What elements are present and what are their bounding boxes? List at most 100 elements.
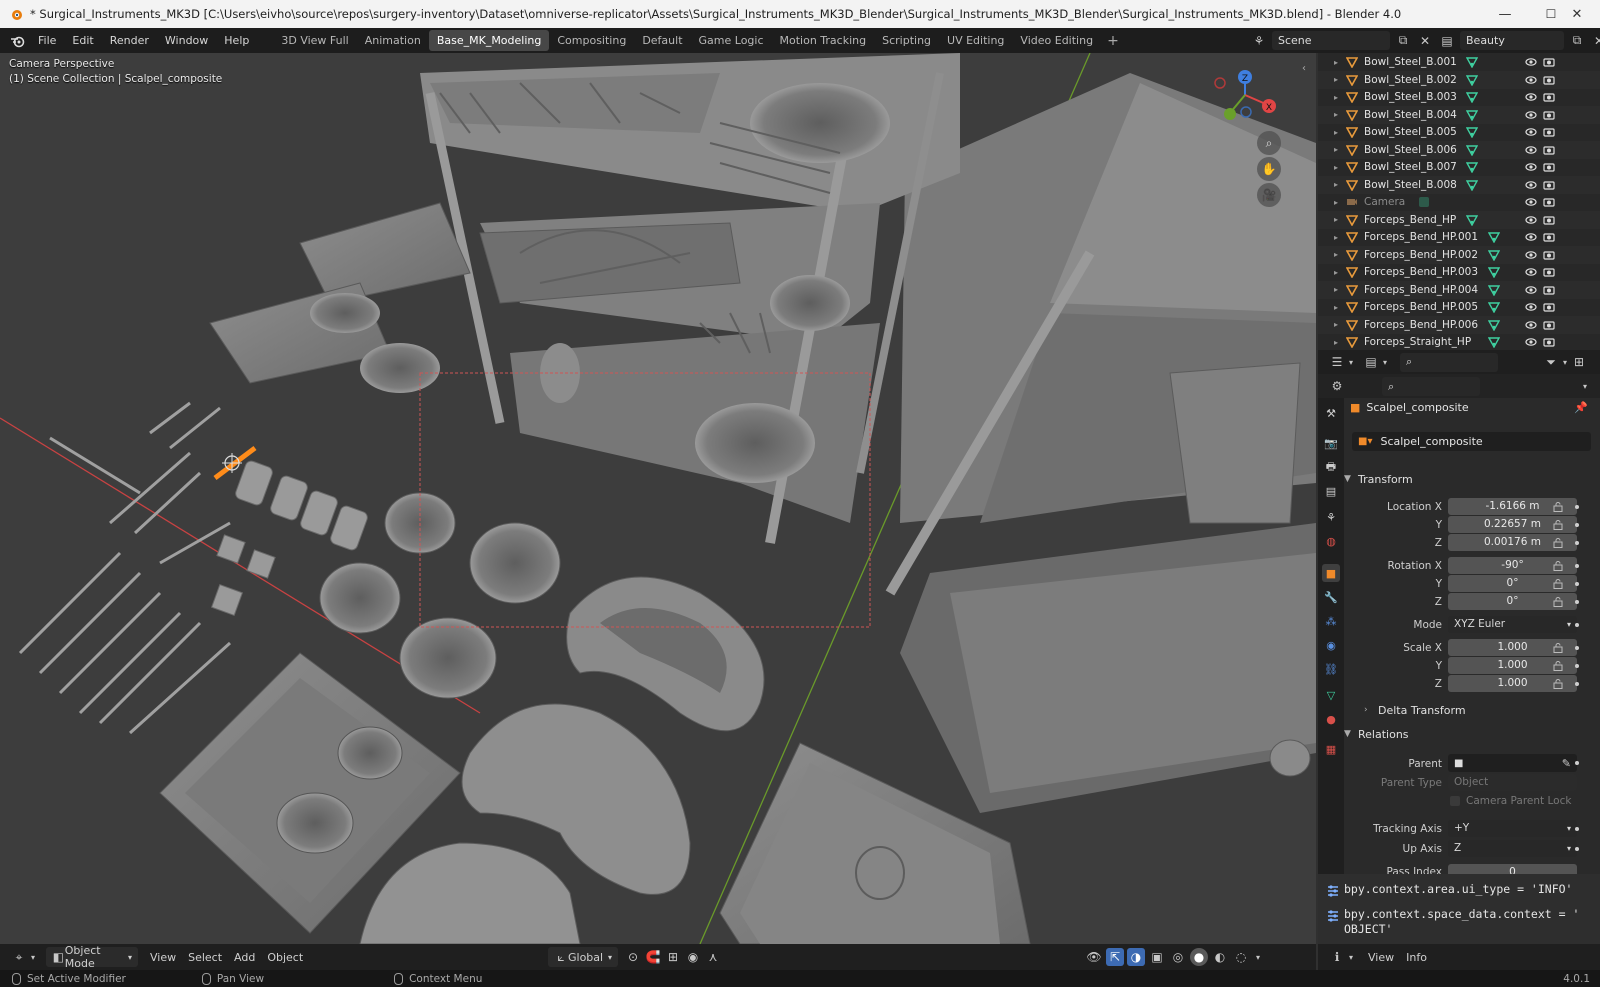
outliner-row[interactable]: ▸ Bowl_Steel_B.008 [1318,175,1600,194]
relations-panel-header[interactable]: ▼ Relations [1344,724,1594,744]
add-workspace-button[interactable]: + [1101,33,1125,49]
workspace-tab-game-logic[interactable]: Game Logic [691,30,772,51]
visibility-eye-icon[interactable] [1525,301,1537,313]
outliner-row[interactable]: ▸ Forceps_Bend_HP.005 [1318,298,1600,316]
tab-physics-icon[interactable]: ◉ [1322,636,1340,654]
outliner-row[interactable]: ▸ Forceps_Bend_HP [1318,210,1600,229]
tab-object-icon[interactable]: ■ [1322,564,1340,582]
outliner[interactable]: ▸ Bowl_Steel_B.001 ▸ Bowl_Steel_B.002 ▸ Bowl_… [1318,53,1600,350]
expand-arrow-icon[interactable]: ▸ [1334,233,1338,242]
tab-view-layer-icon[interactable]: ▤ [1322,482,1340,500]
mesh-data-icon[interactable] [1466,91,1478,103]
expand-arrow-icon[interactable]: ▸ [1334,180,1338,189]
workspace-tab-default[interactable]: Default [634,30,690,51]
keyframe-dot-icon[interactable] [1575,682,1579,686]
outliner-row[interactable]: ▸ Bowl_Steel_B.002 [1318,70,1600,89]
mesh-data-icon[interactable] [1488,336,1500,348]
tab-scene-icon[interactable]: ⚘ [1322,508,1340,526]
mesh-data-icon[interactable] [1488,266,1500,278]
lock-icon[interactable] [1553,679,1563,689]
menu-help[interactable]: Help [216,28,257,53]
visibility-eye-icon[interactable] [1525,109,1537,121]
editor-type-chevron-icon[interactable]: ▾ [28,948,38,966]
eyedropper-icon[interactable]: ✎ [1562,757,1571,770]
outliner-row[interactable]: ▸ Bowl_Steel_B.006 [1318,140,1600,159]
pass-index-field[interactable]: 0 [1448,864,1577,874]
tab-output-icon[interactable]: 🖶 [1322,458,1340,476]
mesh-data-icon[interactable] [1466,109,1478,121]
rotation-mode-dropdown[interactable]: XYZ Euler ▾ [1448,616,1577,633]
render-camera-icon[interactable] [1543,319,1555,331]
lock-icon[interactable] [1553,502,1563,512]
object-browse-icon[interactable]: ■▾ [1358,436,1372,447]
lock-icon[interactable] [1553,579,1563,589]
visibility-eye-icon[interactable] [1525,74,1537,86]
transform-orientation-dropdown[interactable]: ⟀ Global ▾ [548,947,618,967]
keyframe-dot-icon[interactable] [1575,564,1579,568]
solid-shading-icon[interactable]: ● [1190,948,1208,966]
render-camera-icon[interactable] [1543,196,1555,208]
keyframe-dot-icon[interactable] [1575,505,1579,509]
info-menu-info[interactable]: Info [1400,947,1433,967]
blender-menu-icon[interactable] [10,34,26,48]
outliner-row[interactable]: ▸ Bowl_Steel_B.005 [1318,123,1600,141]
outliner-editor-type-icon[interactable]: ☰ [1328,353,1346,371]
mesh-data-icon[interactable] [1488,319,1500,331]
tab-particles-icon[interactable]: ⁂ [1322,612,1340,630]
transform-panel-header[interactable]: ▼ Transform [1344,469,1594,489]
keyframe-dot-icon[interactable] [1575,600,1579,604]
snap-target-icon[interactable]: ⊞ [664,948,682,966]
expand-arrow-icon[interactable]: ▸ [1334,145,1338,154]
delete-scene-icon[interactable]: ✕ [1416,32,1434,50]
menu-add[interactable]: Add [228,947,261,967]
outliner-editor-chevron-icon[interactable]: ▾ [1346,353,1356,371]
visibility-eye-icon[interactable] [1525,91,1537,103]
keyframe-dot-icon[interactable] [1575,664,1579,668]
parent-type-dropdown[interactable]: Object [1448,774,1577,791]
outliner-row[interactable]: ▸ Camera [1318,193,1600,211]
workspace-tab-compositing[interactable]: Compositing [549,30,634,51]
close-button[interactable]: ✕ [1554,0,1600,28]
expand-arrow-icon[interactable]: ▸ [1334,268,1338,277]
outliner-row[interactable]: ▸ Bowl_Steel_B.004 [1318,105,1600,124]
keyframe-dot-icon[interactable] [1575,623,1579,627]
menu-select[interactable]: Select [182,947,228,967]
mesh-data-icon[interactable] [1466,179,1478,191]
render-camera-icon[interactable] [1543,231,1555,243]
visibility-eye-icon[interactable] [1525,161,1537,173]
properties-editor-type-icon[interactable]: ⚙ [1328,377,1346,395]
new-collection-icon[interactable]: ⊞ [1570,353,1588,371]
outliner-row[interactable]: ▸ Forceps_Bend_HP.001 [1318,228,1600,246]
expand-arrow-icon[interactable]: ▸ [1334,58,1338,67]
render-camera-icon[interactable] [1543,56,1555,68]
info-editor-chevron-icon[interactable]: ▾ [1346,948,1356,966]
tab-modifiers-icon[interactable]: 🔧 [1322,588,1340,606]
xray-toggle-icon[interactable]: ▣ [1148,948,1166,966]
expand-arrow-icon[interactable]: ▸ [1334,285,1338,294]
display-mode-chevron-icon[interactable]: ▾ [1380,353,1390,371]
mesh-data-icon[interactable] [1466,144,1478,156]
tab-world-icon[interactable]: ◍ [1322,532,1340,550]
proportional-edit-icon[interactable]: ◉ [684,948,702,966]
info-log-line[interactable]: bpy.context.space_data.context = ' [1318,907,1600,923]
expand-arrow-icon[interactable]: ▸ [1334,128,1338,137]
render-camera-icon[interactable] [1543,126,1555,138]
new-scene-icon[interactable]: ⧉ [1394,32,1412,50]
keyframe-dot-icon[interactable] [1575,541,1579,545]
overlay-toggle-icon[interactable]: ◑ [1127,948,1145,966]
visibility-selectability-icon[interactable]: 👁 [1085,948,1103,966]
menu-object[interactable]: Object [261,947,309,967]
info-log-line[interactable]: bpy.context.area.ui_type = 'INFO' [1318,882,1600,898]
menu-file[interactable]: File [30,28,64,53]
render-camera-icon[interactable] [1543,91,1555,103]
workspace-tab-scripting[interactable]: Scripting [874,30,939,51]
tab-tool-icon[interactable]: ⚒ [1322,404,1340,422]
mesh-data-icon[interactable] [1488,231,1500,243]
visibility-eye-icon[interactable] [1525,231,1537,243]
render-camera-icon[interactable] [1543,74,1555,86]
visibility-eye-icon[interactable] [1525,144,1537,156]
render-camera-icon[interactable] [1543,144,1555,156]
lock-icon[interactable] [1553,538,1563,548]
falloff-icon[interactable]: ⋏ [704,948,722,966]
material-shading-icon[interactable]: ◐ [1211,948,1229,966]
